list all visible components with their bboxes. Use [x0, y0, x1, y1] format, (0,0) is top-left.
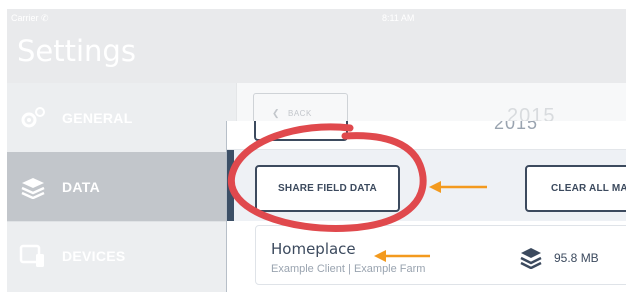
field-size: 95.8 MB [554, 251, 599, 265]
devices-icon [19, 244, 44, 267]
clear-button-label: CLEAR ALL MAI [551, 183, 626, 194]
year-title: 2015 [494, 121, 539, 133]
sidebar-item-label: DEVICES [62, 248, 126, 264]
gears-icon [21, 106, 45, 127]
share-field-data-button[interactable]: SHARE FIELD DATA [255, 165, 400, 212]
sidebar-item-label: GENERAL [62, 109, 133, 126]
zoom-top-strip: 2015 [227, 121, 626, 150]
field-card[interactable]: Homeplace Example Client | Example Farm … [255, 225, 626, 285]
field-name: Homeplace [271, 240, 356, 258]
sidebar-item-label: DATA [62, 178, 101, 195]
sidebar-item-general[interactable]: GENERAL [7, 83, 236, 152]
share-button-label: SHARE FIELD DATA [278, 183, 377, 194]
back-button-label: BACK [288, 109, 312, 118]
header-bar: Carrier ✆ 8:11 AM Settings [7, 9, 626, 83]
sidebar-item-devices[interactable]: DEVICES [7, 221, 236, 290]
sidebar: GENERAL DATA DEVICES [7, 83, 236, 292]
status-time: 8:11 AM [382, 13, 415, 23]
field-subtitle: Example Client | Example Farm [271, 263, 426, 275]
back-button-edge[interactable] [254, 121, 348, 141]
chevron-left-icon: ❮ [272, 108, 280, 118]
sidebar-item-data[interactable]: DATA [7, 152, 236, 221]
selection-accent [227, 150, 234, 221]
page-title: Settings [17, 34, 136, 68]
status-carrier: Carrier ✆ [11, 13, 49, 23]
zoom-inset: 2015 SHARE FIELD DATA CLEAR ALL MAI Home… [226, 121, 626, 292]
layers-icon [520, 248, 542, 269]
clear-all-button[interactable]: CLEAR ALL MAI [525, 165, 626, 212]
layers-icon [21, 177, 45, 199]
